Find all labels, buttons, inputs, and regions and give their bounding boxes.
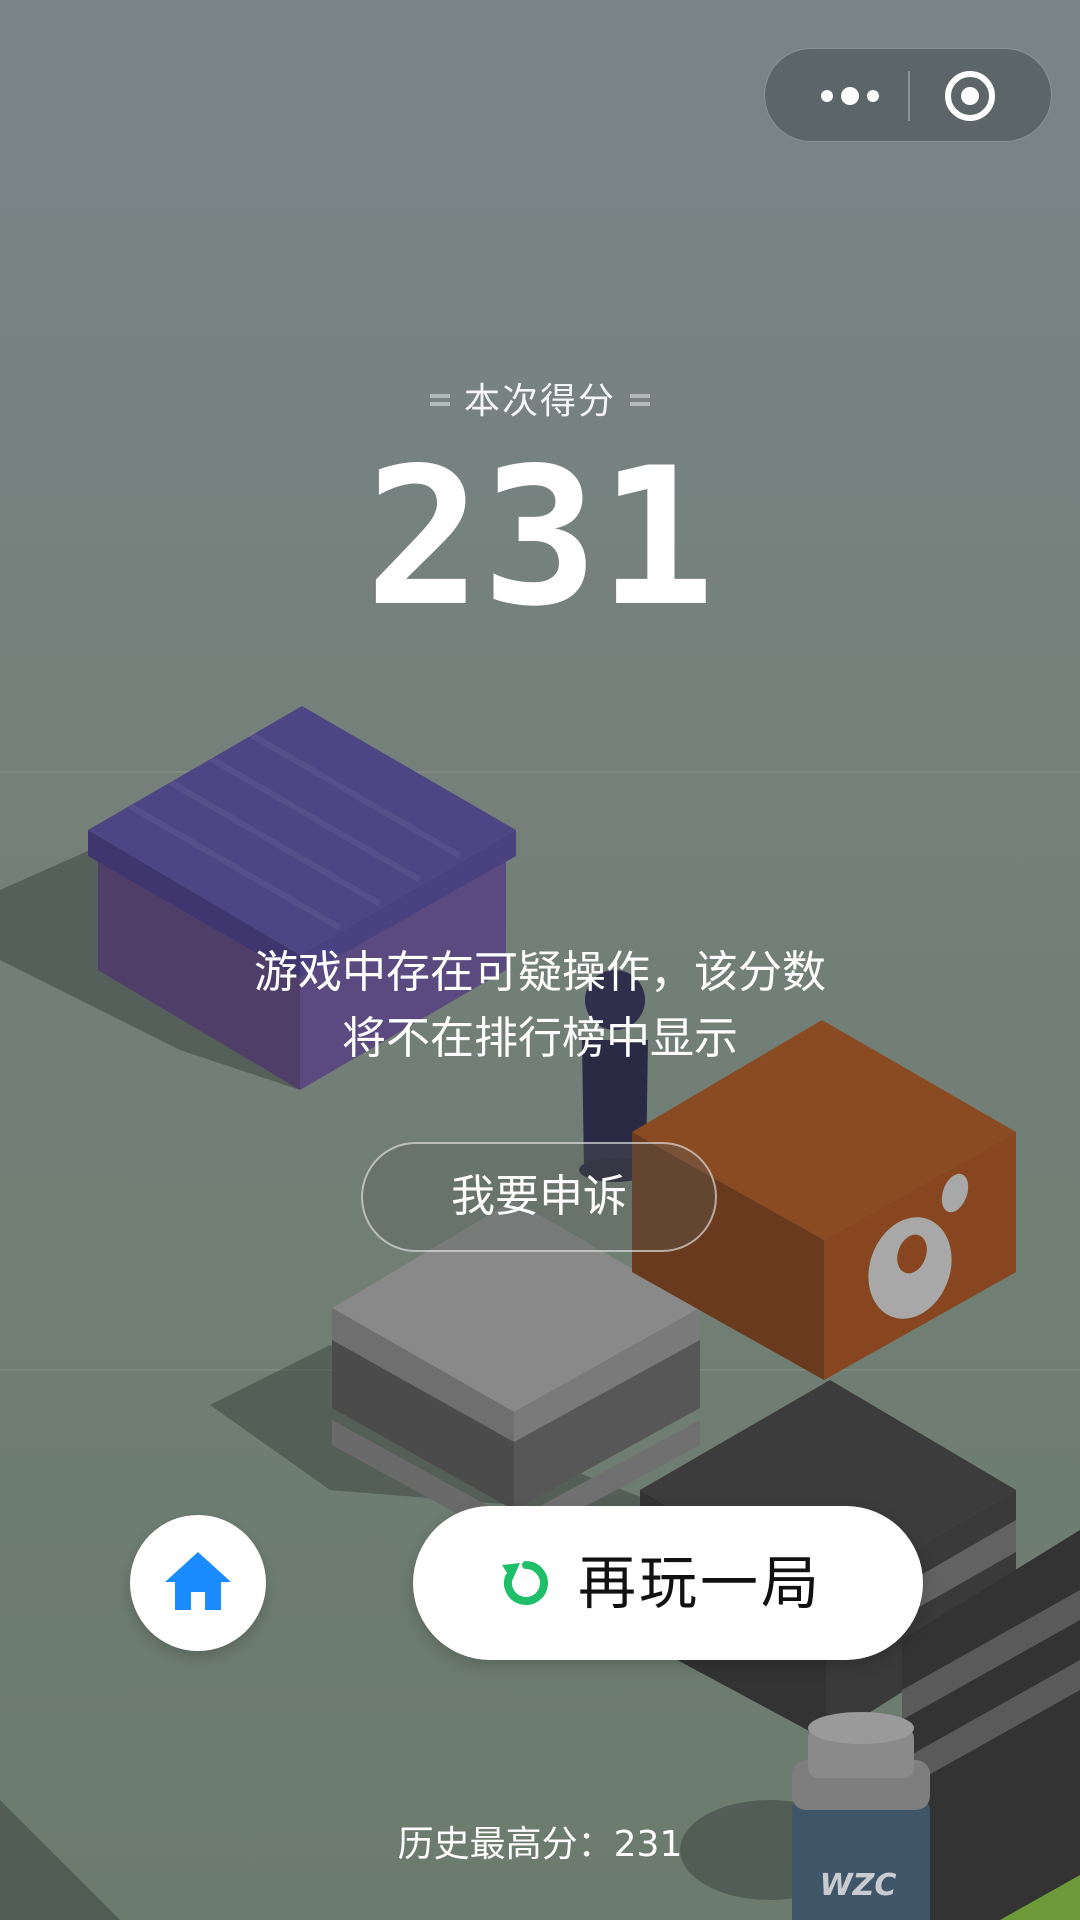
score-label-text: 本次得分: [463, 381, 616, 422]
replay-button[interactable]: 再玩一局: [413, 1506, 923, 1660]
score-number: 231: [365, 455, 715, 615]
target-circle-icon[interactable]: [943, 69, 997, 123]
appeal-button-label: 我要申诉: [451, 1171, 627, 1222]
more-dots-icon[interactable]: [805, 49, 915, 143]
home-icon: [165, 1552, 231, 1610]
score-value: 231: [0, 427, 1080, 648]
appeal-button[interactable]: 我要申诉: [361, 1142, 717, 1252]
suspicious-notice: 游戏中存在可疑操作，该分数 将不在排行榜中显示: [0, 940, 1080, 1072]
score-digits: 231: [365, 427, 715, 648]
best-score: 历史最高分：231: [397, 1824, 683, 1865]
svg-text:WZC: WZC: [820, 1868, 897, 1903]
notice-line-2: 将不在排行榜中显示: [342, 1013, 738, 1064]
label-decoration: [429, 392, 450, 408]
home-button[interactable]: [130, 1515, 266, 1651]
mini-program-capsule: [764, 48, 1052, 142]
capsule-divider: [908, 71, 910, 121]
replay-button-label: 再玩一局: [578, 1549, 823, 1617]
notice-line-1: 游戏中存在可疑操作，该分数: [254, 947, 826, 998]
replay-icon: [502, 1561, 548, 1605]
label-decoration: [630, 392, 650, 408]
score-label: 本次得分: [0, 372, 1080, 424]
